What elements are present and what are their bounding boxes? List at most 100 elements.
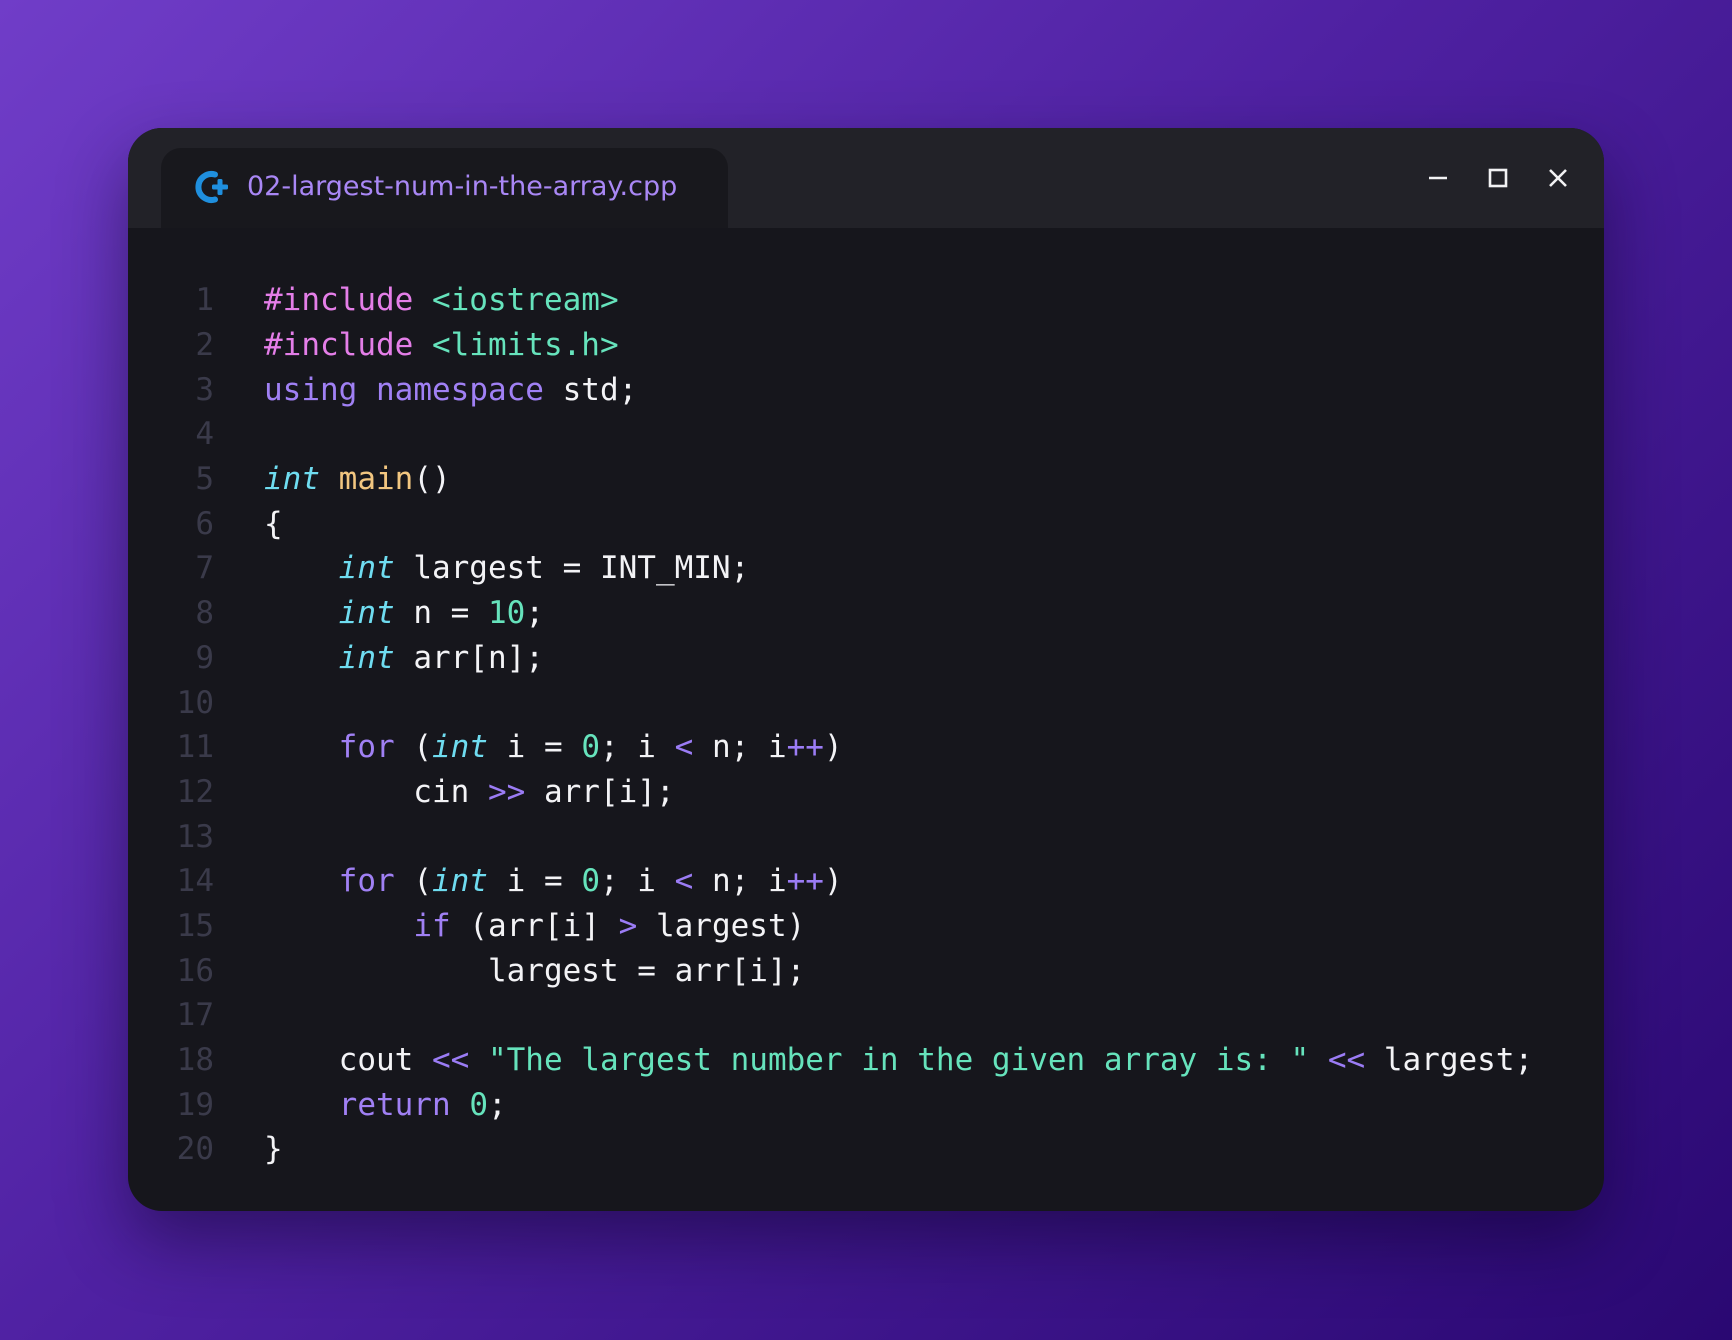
code-line: 14 for (int i = 0; i < n; i++) [128,859,1533,904]
line-number: 9 [195,639,214,676]
code-text: #include <iostream> [264,282,619,318]
code-text: for (int i = 0; i < n; i++) [264,729,843,765]
code-text: int largest = INT_MIN; [264,550,750,587]
code-text: int arr[n]; [264,640,544,676]
code-line: 18 cout << "The largest number in the gi… [128,1038,1534,1083]
code-text: if (arr[i] > largest) [264,908,805,944]
code-token: i = [487,729,582,766]
code-line: 4 [128,412,1533,457]
line-number: 5 [195,461,214,498]
code-token: cout [264,1042,432,1079]
code-token: ) [823,729,843,766]
line-number: 16 [176,952,214,989]
line-number: 19 [176,1086,214,1123]
code-token: ; [525,595,544,632]
code-text: for (int i = 0; i < n; i++) [264,863,843,899]
code-line: 2 #include <limits.h> [128,323,1533,368]
minimize-button[interactable] [1420,160,1456,196]
code-token: ; i [599,863,675,900]
code-token: largest; [1365,1042,1534,1079]
code-token: ( [394,863,432,900]
code-window: 02-largest-num-in-the-array.cpp 1#inclu [128,128,1604,1211]
line-number: 4 [195,416,214,453]
line-number: 6 [195,505,214,542]
close-button[interactable] [1540,160,1576,196]
code-token: << [1327,1042,1366,1079]
code-token: main [338,461,414,498]
code-token: int [338,550,395,587]
code-token: cin [264,773,488,810]
code-line: 13 [128,814,1533,859]
code-token: namespace [376,371,544,408]
code-token: return [338,1086,451,1123]
code-token: ++ [786,729,824,766]
code-line: 10 [128,680,1533,725]
line-number: 7 [195,550,214,587]
title-bar: 02-largest-num-in-the-array.cpp [128,128,1604,228]
code-text: cout << "The largest number in the given… [264,1042,1534,1079]
code-token: ++ [786,863,824,900]
file-tab[interactable]: 02-largest-num-in-the-array.cpp [161,148,728,228]
line-number: 14 [176,863,214,900]
maximize-button[interactable] [1480,160,1516,196]
code-line: 7 int largest = INT_MIN; [128,546,1533,591]
code-token: < [674,863,694,900]
code-token: n; i [693,729,787,766]
code-text: largest = arr[i]; [264,953,805,989]
code-line: 6{ [128,501,1533,546]
window-controls [1420,160,1576,196]
line-number: 2 [195,327,214,364]
code-line: 3 using namespace std; [128,367,1533,412]
line-number: 8 [195,595,214,632]
code-token: std; [543,371,638,408]
code-token: 0 [581,863,600,900]
code-line: 9 int arr[n]; [128,636,1533,681]
line-number: 18 [176,1042,214,1079]
code-text: using namespace std; [264,372,637,408]
code-token: < [674,729,694,766]
code-token: int [431,729,488,766]
code-token: <limits.h> [431,327,619,364]
code-line: 11 for (int i = 0; i < n; i++) [128,725,1533,770]
code-token: i = [487,863,582,900]
code-token: arr[i]; [525,773,675,810]
code-token: 10 [487,595,526,632]
code-token: #include [264,282,414,319]
code-text: } [264,1131,283,1167]
code-token: n; i [693,863,787,900]
minimize-icon [1429,176,1447,180]
code-token: ; i [599,729,675,766]
code-token: for [338,863,395,900]
close-icon [1549,169,1567,187]
code-token: 0 [581,729,600,766]
code-line: 15 if (arr[i] > largest) [128,904,1533,949]
code-line: 8 int n = 10; [128,591,1533,636]
code-token: int [431,863,488,900]
line-number: 17 [176,997,214,1034]
line-number: 1 [195,282,214,319]
line-number: 11 [176,729,214,766]
code-token: int [264,461,320,498]
code-token: n = [394,595,488,632]
code-line: 1 #include <iostream> [128,278,1533,323]
code-token: >> [487,773,526,810]
code-token: > [618,907,638,944]
code-token: arr[n]; [394,639,544,676]
code-editor[interactable]: 1 #include <iostream> 2 #include <limits.h>… [128,278,1534,1172]
code-token: int [338,639,395,676]
line-number: 13 [176,818,214,855]
maximize-icon [1488,168,1508,188]
code-token: { [264,505,283,542]
code-line: 17 [128,993,1533,1038]
code-token: ( [394,729,432,766]
